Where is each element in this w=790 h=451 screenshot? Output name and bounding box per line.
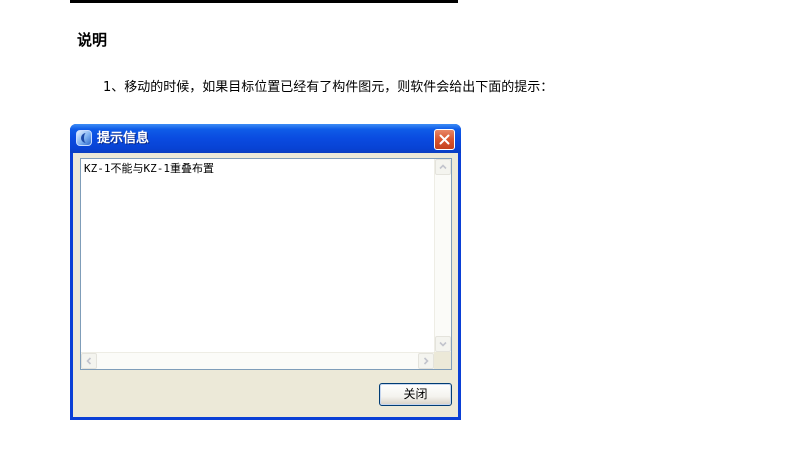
scroll-down-button[interactable] xyxy=(435,336,451,352)
scroll-left-button[interactable] xyxy=(81,353,97,369)
arrow-right-icon xyxy=(423,357,429,365)
dialog-body: KZ-1不能与KZ-1重叠布置 关闭 xyxy=(73,153,458,417)
message-dialog: 提示信息 KZ-1不能与KZ-1重叠布置 关闭 xyxy=(70,124,461,420)
close-icon xyxy=(439,134,450,145)
section-heading: 说明 xyxy=(77,31,108,49)
dialog-titlebar[interactable]: 提示信息 xyxy=(70,124,461,153)
close-button[interactable] xyxy=(434,129,455,150)
scrollbar-corner xyxy=(434,352,451,369)
dialog-title: 提示信息 xyxy=(97,131,150,146)
vertical-scrollbar[interactable] xyxy=(434,159,451,352)
paragraph-text: 1、移动的时候，如果目标位置已经有了构件图元，则软件会给出下面的提示： xyxy=(103,80,554,95)
arrow-up-icon xyxy=(439,164,447,170)
app-icon xyxy=(76,130,92,146)
message-textbox[interactable]: KZ-1不能与KZ-1重叠布置 xyxy=(80,158,452,370)
close-dialog-button[interactable]: 关闭 xyxy=(379,383,452,406)
horizontal-scrollbar[interactable] xyxy=(81,352,434,369)
scroll-right-button[interactable] xyxy=(418,353,434,369)
arrow-left-icon xyxy=(86,357,92,365)
arrow-down-icon xyxy=(439,341,447,347)
scroll-up-button[interactable] xyxy=(435,159,451,175)
top-rule xyxy=(70,0,458,3)
message-text: KZ-1不能与KZ-1重叠布置 xyxy=(84,162,214,175)
